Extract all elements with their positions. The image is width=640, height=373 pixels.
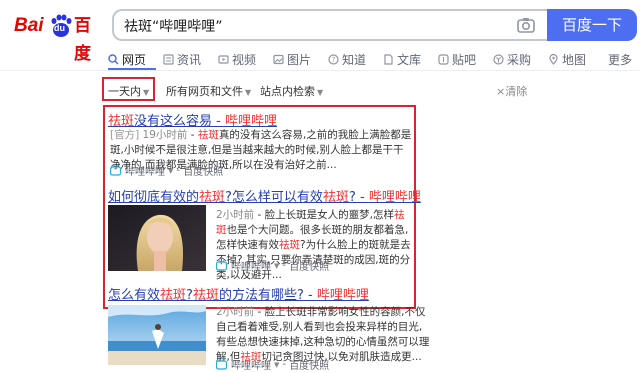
snapshot-link[interactable]: 百度快照: [289, 357, 329, 372]
search-icon: [108, 54, 119, 65]
svg-text:?: ?: [332, 56, 336, 64]
news-icon: [163, 54, 174, 65]
result-time: 2小时前: [216, 209, 255, 221]
search-button[interactable]: 百度一下: [547, 9, 637, 41]
bilibili-icon: [109, 165, 122, 176]
tab-label: 视频: [232, 53, 257, 67]
result-source[interactable]: 哔哩哔哩 ▼ - 百度快照: [109, 163, 223, 178]
caret-down-icon: ▼: [245, 88, 252, 97]
title-text: ?: [186, 288, 193, 303]
tab-caigou[interactable]: 采购: [493, 51, 531, 68]
tab-video[interactable]: 视频: [218, 51, 256, 68]
filter-site[interactable]: 站点内检索 ▼: [260, 83, 323, 99]
tab-more[interactable]: 更多: [608, 51, 632, 68]
tab-map[interactable]: 地图: [548, 51, 586, 68]
source-name: 哔哩哔哩: [231, 361, 271, 372]
caret-down-icon: ▼: [168, 166, 174, 175]
caret-down-icon: ▼: [274, 261, 280, 270]
result-time: 19小时前: [142, 129, 188, 141]
tab-news[interactable]: 资讯: [163, 51, 201, 68]
map-icon: [549, 54, 558, 65]
search-input[interactable]: 祛斑“哔哩哔哩”: [112, 9, 547, 41]
title-text: ? -: [348, 190, 369, 205]
tab-label: 地图: [562, 53, 587, 67]
tab-label: 更多: [608, 53, 633, 67]
official-badge: [官方]: [110, 129, 140, 141]
title-highlight: 祛斑: [108, 114, 135, 129]
time-dash: -: [187, 129, 198, 141]
bilibili-icon: [215, 359, 228, 370]
tab-label: 采购: [507, 53, 532, 67]
caret-down-icon: ▼: [317, 88, 324, 97]
snippet-highlight: 祛斑: [279, 239, 300, 251]
title-text: 的方法有哪些? -: [218, 288, 317, 303]
filter-site-label: 站点内检索: [260, 85, 315, 98]
title-highlight: 祛斑: [192, 288, 219, 303]
tab-label: 知道: [342, 53, 367, 67]
result-snippet: 2小时前 - 脸上长斑非常影响女性的容颜,不仅自己看着难受,别人看到也会投来异样…: [216, 305, 430, 365]
result-time: 2小时前: [216, 306, 255, 318]
tab-tieba[interactable]: 贴吧: [438, 51, 476, 68]
filter-scope-label: 所有网页和文件: [166, 85, 243, 98]
doc-icon: [384, 54, 393, 65]
source-name: 哔哩哔哩: [231, 262, 271, 273]
logo-chinese: 百度: [74, 16, 91, 64]
tab-image[interactable]: 图片: [273, 51, 311, 68]
image-icon: [273, 54, 284, 65]
result-thumbnail[interactable]: [108, 205, 206, 271]
snapshot-link[interactable]: 百度快照: [183, 163, 223, 178]
source-name: 哔哩哔哩: [125, 167, 165, 178]
baidu-logo[interactable]: Bai du 百度: [14, 12, 104, 64]
close-icon: ×: [496, 85, 506, 98]
filter-scope[interactable]: 所有网页和文件 ▼: [166, 83, 251, 99]
bilibili-icon: [215, 260, 228, 271]
camera-icon[interactable]: [517, 17, 535, 33]
video-icon: [218, 55, 229, 64]
result-source[interactable]: 哔哩哔哩 ▼ - 百度快照: [215, 357, 329, 372]
snapshot-link[interactable]: 百度快照: [289, 258, 329, 273]
tab-label: 贴吧: [452, 53, 477, 67]
title-text: 怎么有效: [108, 288, 161, 303]
title-highlight: 祛斑: [160, 288, 187, 303]
title-text: ?怎么样可以有效: [225, 190, 323, 205]
tab-zhidao[interactable]: ? 知道: [328, 51, 366, 68]
annotation-box-filter: [102, 77, 155, 101]
tab-web[interactable]: 网页: [108, 51, 146, 68]
tab-label: 资讯: [177, 53, 202, 67]
title-highlight: 祛斑: [322, 190, 349, 205]
question-icon: ?: [328, 54, 339, 65]
result-title[interactable]: 祛斑没有这么容易 - 哔哩哔哩: [108, 110, 277, 129]
filter-clear-label: 清除: [505, 85, 528, 98]
tab-wenku[interactable]: 文库: [383, 51, 421, 68]
caret-down-icon: ▼: [274, 360, 280, 369]
logo-du: du: [54, 23, 65, 33]
tab-label: 文库: [397, 53, 422, 67]
logo-latin: Bai: [14, 15, 44, 36]
search-query-text: 祛斑“哔哩哔哩”: [124, 19, 223, 35]
result-source[interactable]: 哔哩哔哩 ▼ - 百度快照: [215, 258, 329, 273]
filter-clear[interactable]: ×清除: [496, 83, 527, 99]
result-thumbnail[interactable]: [108, 305, 206, 365]
title-text: 如何彻底有效的: [108, 190, 200, 205]
purchase-icon: [493, 54, 504, 65]
tab-label: 网页: [122, 53, 147, 67]
snippet-text: - 脸上长斑是女人的噩梦,怎样: [254, 209, 394, 221]
nav-tabs: 网页 资讯 视频 图片 ? 知道 文库 贴吧 采购 地图 更多: [108, 51, 640, 69]
result-title[interactable]: 怎么有效祛斑?祛斑的方法有哪些? - 哔哩哔哩: [108, 284, 369, 303]
result-title[interactable]: 如何彻底有效的祛斑?怎么样可以有效祛斑? - 哔哩哔哩: [108, 186, 421, 205]
title-site: 哔哩哔哩: [316, 288, 369, 303]
title-sep: -: [212, 114, 225, 129]
title-site: 哔哩哔哩: [225, 114, 278, 129]
tabs-divider: [0, 70, 640, 71]
tieba-icon: [438, 54, 449, 65]
title-site: 哔哩哔哩: [368, 190, 421, 205]
tab-label: 图片: [287, 53, 312, 67]
title-highlight: 祛斑: [199, 190, 226, 205]
title-text: 没有这么容易: [134, 114, 213, 129]
snippet-highlight: 祛斑: [197, 129, 219, 141]
